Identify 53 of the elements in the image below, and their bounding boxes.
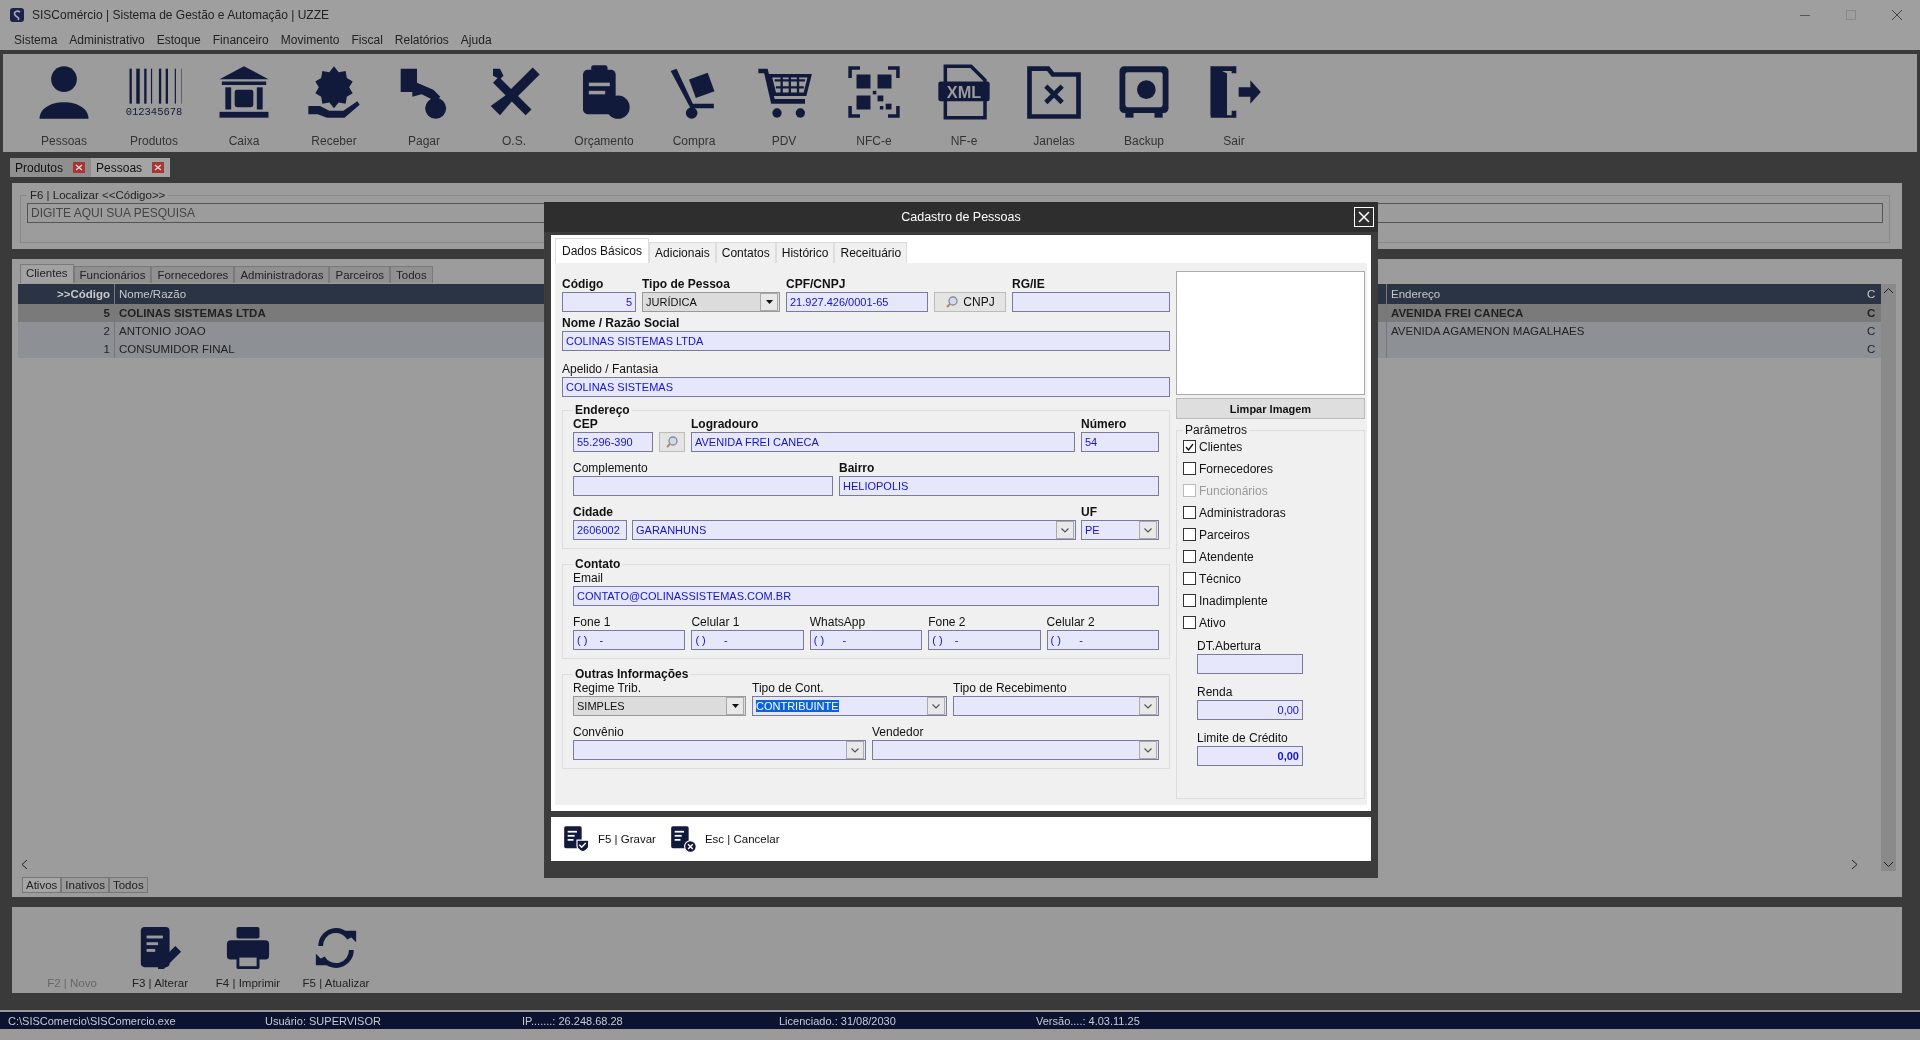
field-label: Código (562, 277, 605, 291)
group-label: Endereço (574, 403, 631, 417)
field-label: CPF/CNPJ (786, 277, 847, 291)
window-title: SISComércio | Sistema de Gestão e Automação | UZZE (32, 8, 331, 22)
table-cell-text: 5 (102, 307, 111, 319)
table-cell-text: 2 (102, 325, 111, 337)
field-label: Celular 2 (1046, 615, 1096, 629)
dialog-title: Cadastro de Pessoas (901, 210, 1021, 224)
table-cell: C (1866, 343, 1876, 355)
field-label: UF (1081, 505, 1098, 519)
field-label: Tipo de Cont. (752, 681, 825, 695)
checkbox-label: Fornecedores (1199, 461, 1274, 476)
status-text: IP.......: 26.248.68.28 (522, 1014, 624, 1027)
field-label: CEP (573, 417, 599, 431)
field-label: Fone 1 (573, 615, 612, 629)
table-cell-text: 1 (102, 343, 111, 355)
checkbox-label: Administradoras (1199, 505, 1286, 520)
table-cell: C (1866, 325, 1876, 337)
field-label: Logradouro (691, 417, 760, 431)
field-label: Bairro (839, 461, 876, 475)
checkbox-label: Funcionários (1199, 483, 1268, 498)
field-label: Convênio (573, 725, 625, 739)
field-label: RG/IE (1012, 277, 1046, 291)
status-text: Licenciado.: 31/08/2030 (779, 1014, 897, 1027)
field-label: Número (1081, 417, 1128, 431)
checkbox-label: Atendente (1199, 549, 1254, 564)
status-text: Usuário: SUPERVISOR (265, 1014, 382, 1027)
status-text: Versão....: 4.03.11.25 (1036, 1014, 1141, 1027)
table-cell: C (1866, 307, 1876, 319)
field-label: Apelido / Fantasia (562, 362, 660, 376)
field-label: Tipo de Recebimento (953, 681, 1068, 695)
field-label: Cidade (573, 505, 614, 519)
checkbox-label: Clientes (1199, 439, 1243, 454)
group-label: Contato (574, 557, 622, 571)
search-label: F6 | Localizar <<Código>> (29, 189, 167, 201)
field-label: Vendedor (872, 725, 925, 739)
group-label: Parâmetros (1184, 423, 1249, 437)
field-label: Email (573, 571, 604, 585)
field-label: Limite de Crédito (1197, 731, 1289, 745)
field-label: Celular 1 (691, 615, 741, 629)
field-label: Complemento (573, 461, 649, 475)
group-label: Outras Informações (574, 667, 690, 681)
checkbox-label: Técnico (1199, 571, 1242, 586)
status-text: C:\SISComercio\SISComercio.exe (8, 1014, 177, 1027)
checkbox-label: Parceiros (1199, 527, 1250, 542)
field-label: DT.Abertura (1197, 639, 1263, 653)
field-label: Fone 2 (928, 615, 967, 629)
field-label: Renda (1197, 685, 1234, 699)
checkbox-label: Ativo (1199, 615, 1226, 630)
field-label: Tipo de Pessoa (642, 277, 731, 291)
field-label: Regime Trib. (573, 681, 643, 695)
checkbox-label: Inadimplente (1199, 593, 1268, 608)
field-label: WhatsApp (809, 615, 867, 629)
